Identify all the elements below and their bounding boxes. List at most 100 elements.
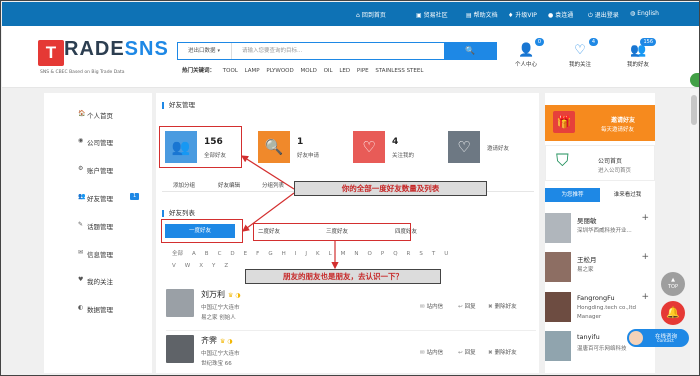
letter-filter[interactable]: C: [218, 248, 222, 260]
letter-filter[interactable]: O: [368, 248, 372, 260]
user-icon: 👤 0: [518, 38, 544, 59]
letter-filter[interactable]: N: [354, 248, 358, 260]
community-icon: ▣: [416, 12, 422, 19]
tab-who-viewed-me[interactable]: 谁来看过我: [600, 188, 655, 202]
friend-name[interactable]: 刘万利 ♛ ◑: [201, 289, 241, 300]
letter-filter[interactable]: I: [295, 248, 297, 260]
letter-filter[interactable]: B: [205, 248, 209, 260]
hot-keyword[interactable]: TOOL: [223, 68, 238, 74]
stat-followers[interactable]: ♡ 4 关注我的: [353, 131, 433, 163]
letter-filter[interactable]: P: [381, 248, 384, 260]
help-doc-link[interactable]: ▤ 帮助文档: [466, 10, 498, 19]
friend-avatar[interactable]: [166, 335, 194, 363]
notification-button[interactable]: 🔔: [661, 301, 685, 325]
upgrade-vip-link[interactable]: ♦ 升级VIP: [508, 10, 537, 19]
tab-recommended[interactable]: 为您推荐: [545, 188, 600, 202]
letter-filter[interactable]: G: [268, 248, 272, 260]
letter-filter[interactable]: A: [192, 248, 196, 260]
scrollbar[interactable]: [690, 89, 698, 374]
letter-filter[interactable]: U: [444, 248, 448, 260]
stat-friend-requests[interactable]: 🔍 1 好友申请: [258, 131, 338, 163]
my-friends-button[interactable]: 👥 156 我的好友: [614, 38, 662, 68]
letter-filter[interactable]: M: [341, 248, 346, 260]
letter-filter[interactable]: K: [316, 248, 320, 260]
search-button[interactable]: 🔍: [444, 43, 496, 59]
user-link[interactable]: ● 袁连通: [548, 10, 573, 19]
hot-keyword[interactable]: LED: [339, 68, 350, 74]
add-friend-icon[interactable]: +: [641, 252, 649, 262]
personal-center-button[interactable]: 👤 0 个人中心: [502, 38, 550, 68]
hot-keyword[interactable]: STAINLESS STEEL: [375, 68, 423, 74]
invite-friends-card[interactable]: 🎁 邀请好友 每天邀请好友: [545, 105, 655, 141]
add-friend-icon[interactable]: +: [641, 213, 649, 223]
message-button[interactable]: ✉ 站内信: [420, 302, 443, 310]
hot-keyword[interactable]: LAMP: [245, 68, 260, 74]
letter-filter[interactable]: D: [230, 248, 234, 260]
letter-filter[interactable]: Z: [224, 260, 228, 272]
hot-keyword[interactable]: OIL: [324, 68, 333, 74]
add-friend-icon[interactable]: +: [641, 292, 649, 302]
sidebar-item-follows[interactable]: ♥ 我的关注: [44, 267, 152, 293]
logout-link[interactable]: ⏻ 退出登录: [588, 10, 619, 20]
logo-mark[interactable]: T: [38, 40, 64, 66]
hot-keyword[interactable]: PLYWOOD: [266, 68, 293, 74]
highlight-degree-tabs: [253, 223, 411, 241]
search-input[interactable]: 请输入您要查询的目标...: [242, 43, 302, 59]
vip-badge-icon: ♛ ◑: [220, 338, 233, 345]
community-link[interactable]: ▣ 贸易社区: [416, 10, 448, 19]
search-category-select[interactable]: 进出口数据 ▾: [178, 43, 232, 59]
letter-filter[interactable]: L: [329, 248, 332, 260]
letter-filter[interactable]: Q: [393, 248, 397, 260]
letter-filter[interactable]: 全部: [172, 248, 183, 260]
letter-filter[interactable]: E: [244, 248, 247, 260]
friend-name[interactable]: 齐霁 ♛ ◑: [201, 335, 233, 346]
letter-filter[interactable]: W: [185, 260, 190, 272]
letter-filter[interactable]: V: [172, 260, 176, 272]
online-consult-button[interactable]: 在线咨询 contact: [627, 329, 689, 347]
logo-text[interactable]: RADESNS: [64, 38, 169, 61]
person-avatar[interactable]: [545, 292, 571, 322]
recommended-person[interactable]: 王松月 易之家 +: [545, 252, 655, 290]
sidebar-item-data[interactable]: ◐ 数据管理: [44, 295, 152, 321]
message-button[interactable]: ✉ 站内信: [420, 348, 443, 356]
sidebar-item-company[interactable]: ◉ 公司管理: [44, 128, 152, 154]
letter-filter[interactable]: J: [305, 248, 307, 260]
letter-filter[interactable]: F: [256, 248, 259, 260]
hot-keyword[interactable]: MOLD: [300, 68, 316, 74]
letter-filter[interactable]: R: [407, 248, 411, 260]
delete-friend-button[interactable]: ✖ 删除好友: [488, 302, 517, 310]
home-link[interactable]: ⌂ 回到首页: [356, 10, 386, 19]
sidebar-item-friends[interactable]: 👥 好友管理 1: [44, 184, 152, 210]
recommended-person[interactable]: FangrongFu Hongding.tech co.,ltd Manager…: [545, 292, 655, 330]
tab-add-group[interactable]: 添加分组: [173, 181, 195, 189]
person-avatar[interactable]: [545, 213, 571, 243]
letter-filter[interactable]: Y: [212, 260, 215, 272]
my-follows-button[interactable]: ♡ 4 我的关注: [556, 38, 604, 68]
reply-button[interactable]: ↩ 回复: [458, 348, 476, 356]
delete-friend-button[interactable]: ✖ 删除好友: [488, 348, 517, 356]
hot-keyword[interactable]: PIPE: [357, 68, 369, 74]
sidebar-item-account[interactable]: ⚙ 账户管理: [44, 156, 152, 182]
scrollbar-thumb[interactable]: [691, 95, 697, 125]
hot-keywords: 热门关键词： TOOL LAMP PLYWOOD MOLD OIL LED PI…: [182, 68, 424, 74]
reply-button[interactable]: ↩ 回复: [458, 302, 476, 310]
recommended-person[interactable]: 吴丽敏 深圳华西威科技开业... +: [545, 213, 655, 251]
letter-filter[interactable]: S: [419, 248, 423, 260]
stat-invite-friends[interactable]: ♡ 邀请好友: [448, 131, 528, 163]
letter-filter[interactable]: T: [432, 248, 435, 260]
letter-filter[interactable]: H: [282, 248, 286, 260]
back-to-top-button[interactable]: ▲ TOP: [661, 272, 685, 296]
tab-edit-friends[interactable]: 好友编辑: [218, 181, 240, 189]
sidebar-item-topics[interactable]: ✎ 话题管理: [44, 212, 152, 238]
letter-filter[interactable]: X: [199, 260, 203, 272]
side-toggle-tab[interactable]: [690, 73, 699, 87]
person-avatar[interactable]: [545, 331, 571, 361]
sidebar-item-messages[interactable]: ✉ 信息管理: [44, 240, 152, 266]
language-link[interactable]: ◍ English: [630, 10, 659, 17]
company-icon: ◉: [78, 137, 84, 144]
friend-avatar[interactable]: [166, 289, 194, 317]
sidebar-item-personal-home[interactable]: 🏠 个人首页: [44, 101, 152, 127]
person-avatar[interactable]: [545, 252, 571, 282]
company-home-card[interactable]: ⛉ 公司首页 进入公司首页: [545, 145, 655, 181]
tab-group-list[interactable]: 分组列表: [262, 181, 284, 189]
